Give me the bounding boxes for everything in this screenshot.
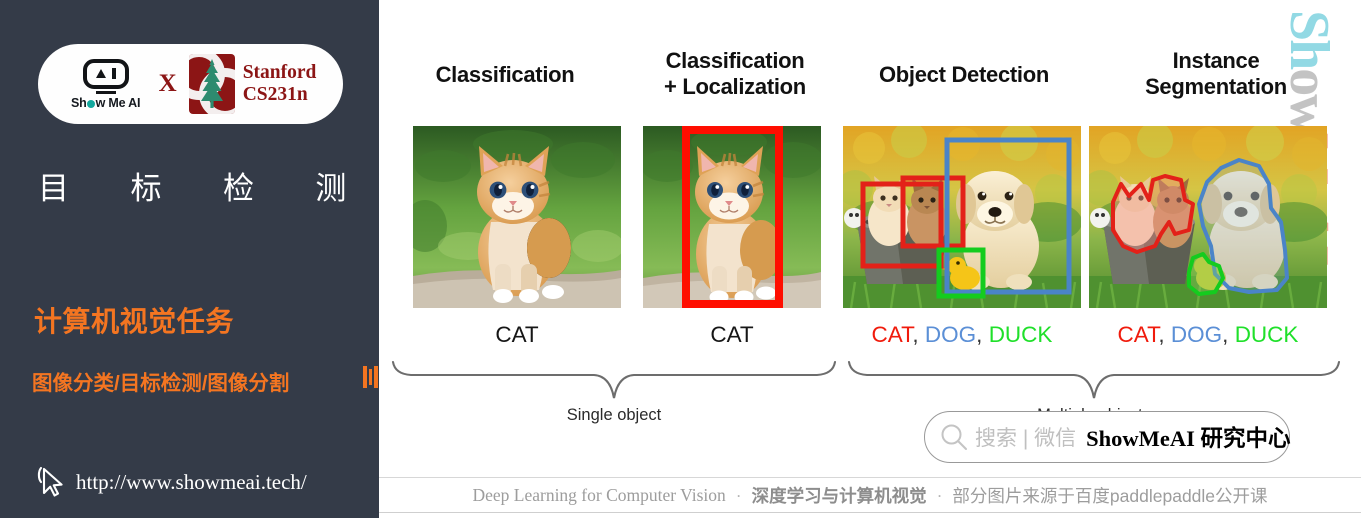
smai-robot-mouth <box>95 90 116 94</box>
page-title-char-1: 目 <box>38 171 71 206</box>
caption-sep: , <box>1222 322 1235 347</box>
sidebar: Sh w Me AI X Stanford CS231n 目 标 检 测 计算机… <box>0 0 379 518</box>
stanford-logo: Stanford CS231n <box>188 54 317 114</box>
search-brand-text: ShowMeAI 研究中心 <box>1086 426 1291 451</box>
caption-dog: DOG <box>924 322 977 347</box>
stanford-line1: Stanford <box>242 62 317 84</box>
search-icon <box>941 424 967 450</box>
caption-dog: DOG <box>1170 322 1223 347</box>
main-panel: ShowMeAI Classification Classification +… <box>379 0 1361 518</box>
smai-robot-icon <box>82 58 129 89</box>
page-title-char-4: 测 <box>315 171 348 206</box>
footer-dot-1: · <box>735 484 742 505</box>
page-title: 目 标 检 测 <box>38 163 348 208</box>
cursor-arrow-icon <box>37 466 63 497</box>
column-heading-classification: Classification <box>435 62 575 87</box>
caption-instance-segmentation: CAT, DOG, DUCK <box>1089 322 1327 348</box>
stanford-tree-icon <box>200 59 223 108</box>
stanford-wordmark: Stanford CS231n <box>243 62 317 106</box>
puppy-kittens-duck-photo <box>843 126 1081 308</box>
logo-pill: Sh w Me AI X Stanford CS231n <box>38 44 343 124</box>
stanford-s-mark <box>188 54 235 114</box>
caption-classification: CAT <box>395 322 639 348</box>
footer-bottom-bar <box>379 512 1361 518</box>
caption-duck: DUCK <box>1234 322 1299 347</box>
column-heading-instance-segmentation: Instance Segmentation <box>1093 48 1339 100</box>
logo-cross-label: X <box>158 70 177 97</box>
puppy-kittens-duck-photo <box>1089 126 1327 308</box>
showmeai-logo: Sh w Me AI <box>65 58 147 110</box>
slide-root: Sh w Me AI X Stanford CS231n 目 标 检 测 计算机… <box>0 0 1361 518</box>
heading-line-2: Segmentation <box>1145 73 1287 99</box>
search-input[interactable]: 搜索 | 微信 <box>975 422 1076 452</box>
footer-source: 部分图片来源于百度paddlepaddle公开课 <box>952 485 1268 506</box>
page-title-char-3: 检 <box>222 171 256 206</box>
caption-sep: , <box>1158 322 1171 347</box>
kitten-on-stone-photo <box>413 126 621 308</box>
brace-multiple-objects <box>847 360 1341 399</box>
footer-dot-2: · <box>936 484 943 505</box>
site-url[interactable]: http://www.showmeai.tech/ <box>76 470 307 495</box>
caption-duck: DUCK <box>988 322 1053 347</box>
column-heading-classification-localization: Classification + Localization <box>625 48 845 100</box>
photo-classification-localization <box>643 126 821 308</box>
kitten-on-stone-photo <box>643 126 821 308</box>
caption-sep: , <box>976 322 989 347</box>
photo-classification <box>413 126 621 308</box>
subtitle: 计算机视觉任务 <box>34 306 234 337</box>
caption-part: CAT <box>495 322 539 347</box>
caption-object-detection: CAT, DOG, DUCK <box>843 322 1081 348</box>
wechat-search-overlay[interactable]: 搜索 | 微信 ShowMeAI 研究中心 <box>924 411 1291 463</box>
caption-cat: CAT <box>1117 322 1159 347</box>
topics-line: 图像分类/目标检测/图像分割 <box>32 372 290 395</box>
footer-english: Deep Learning for Computer Vision <box>472 484 726 505</box>
heading-line-1: Instance <box>1172 48 1260 73</box>
heading-line-2: + Localization <box>664 73 806 99</box>
caption-cat: CAT <box>871 322 913 347</box>
footer-chinese: 深度学习与计算机视觉 <box>751 485 927 506</box>
photo-object-detection <box>843 126 1081 308</box>
heading-line-1: Classification <box>665 48 805 73</box>
caption-sep: , <box>912 322 925 347</box>
column-heading-object-detection: Object Detection <box>878 62 1049 87</box>
caption-classification-localization: CAT <box>617 322 847 348</box>
footer: Deep Learning for Computer Vision · 深度学习… <box>379 478 1361 512</box>
showmeai-wordmark: Sh w Me AI <box>71 95 141 110</box>
site-url-row[interactable]: http://www.showmeai.tech/ <box>36 466 307 498</box>
group-label-single-object: Single object <box>566 406 662 424</box>
caption-part: CAT <box>710 322 754 347</box>
page-title-char-2: 标 <box>130 171 164 206</box>
brace-single-object <box>391 360 837 399</box>
photo-instance-segmentation <box>1089 126 1327 308</box>
stanford-line2: CS231n <box>242 84 308 105</box>
